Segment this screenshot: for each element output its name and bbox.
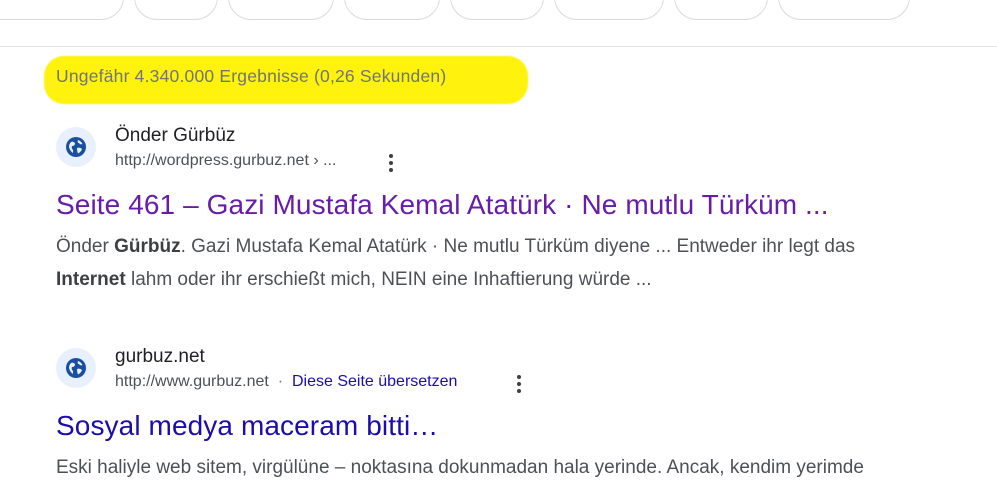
filter-chip[interactable] — [554, 0, 664, 20]
filter-chip[interactable] — [344, 0, 440, 20]
filter-chip[interactable] — [778, 0, 910, 20]
site-url[interactable]: http://www.gurbuz.net — [115, 373, 269, 390]
result-stats: Ungefähr 4.340.000 Ergebnisse (0,26 Seku… — [56, 66, 447, 86]
snippet-text: lahm oder ihr erschießt mich, NEIN eine … — [125, 269, 652, 290]
filter-chip[interactable] — [674, 0, 768, 20]
filter-chip[interactable] — [450, 0, 544, 20]
snippet-text: Önder — [56, 236, 115, 257]
more-vert-icon[interactable] — [386, 152, 396, 174]
header-divider — [0, 46, 997, 47]
result-title-link[interactable]: Sosyal medya maceram bitti… — [56, 410, 438, 442]
more-vert-icon[interactable] — [514, 373, 524, 395]
snippet-bold-text: Gürbüz — [114, 236, 181, 257]
snippet-text: . Gazi Mustafa Kemal Atatürk · Ne mutlu … — [180, 236, 856, 257]
result-snippet: Önder Gürbüz. Gazi Mustafa Kemal Atatürk… — [56, 230, 976, 296]
site-url[interactable]: http://wordpress.gurbuz.net › ... — [115, 152, 336, 170]
filter-chip-row — [0, 0, 997, 22]
site-name[interactable]: gurbuz.net — [115, 346, 205, 368]
translate-page-link[interactable]: Diese Seite übersetzen — [292, 373, 457, 390]
result-snippet: Eski haliyle web sitem, virgülüne – nokt… — [56, 451, 976, 484]
result-title-link[interactable]: Seite 461 – Gazi Mustafa Kemal Atatürk ·… — [56, 189, 829, 221]
filter-chip[interactable] — [228, 0, 334, 20]
globe-icon[interactable] — [56, 348, 96, 388]
site-url-line: http://www.gurbuz.net · Diese Seite über… — [115, 373, 457, 391]
site-name[interactable]: Önder Gürbüz — [115, 125, 235, 147]
snippet-bold-text: Internet — [56, 269, 126, 290]
snippet-text: Eski haliyle web sitem, virgülüne – nokt… — [56, 457, 864, 478]
url-separator: · — [273, 373, 288, 390]
globe-icon[interactable] — [56, 127, 96, 167]
filter-chip[interactable] — [134, 0, 218, 20]
filter-chip[interactable] — [0, 0, 124, 20]
